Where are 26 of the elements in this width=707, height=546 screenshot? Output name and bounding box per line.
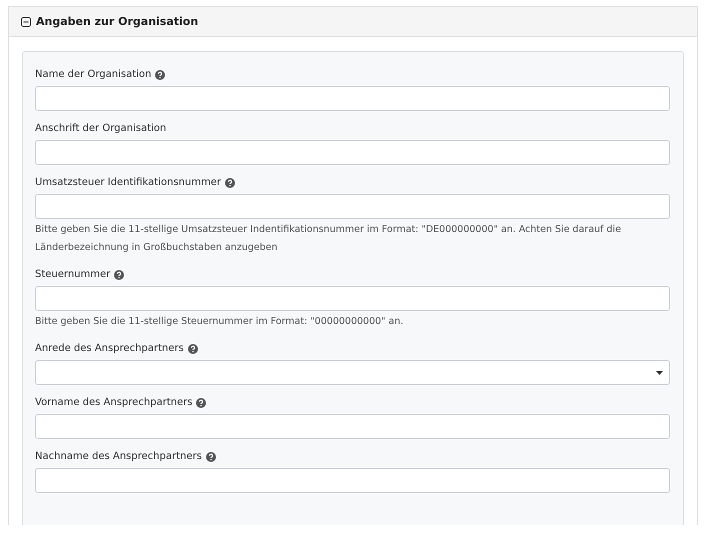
field-label: Anschrift der Organisation <box>35 123 166 134</box>
input-field[interactable] <box>35 286 670 311</box>
help-icon[interactable] <box>114 270 124 280</box>
help-icon[interactable] <box>155 70 166 80</box>
help-text: Bitte geben Sie die 11-stellige Umsatzsteuer Indentifikationsnummer im Format: "DE000000000" an. Achten Sie darauf die Länderbezeichnung in Großbuchstaben anzugeben <box>35 223 622 255</box>
field-label: Name der Organisation <box>35 69 152 80</box>
field-label: Anrede des Ansprechpartners <box>35 343 184 354</box>
help-icon[interactable] <box>206 452 216 462</box>
input-field[interactable] <box>35 468 670 493</box>
field-label: Umsatzsteuer Identifikationsnummer <box>35 177 221 188</box>
input-field[interactable] <box>35 414 670 439</box>
field-label: Vorname des Ansprechpartners <box>35 397 192 408</box>
input-field[interactable] <box>35 194 670 219</box>
input-field[interactable] <box>35 86 670 111</box>
section-header[interactable]: Angaben zur Organisation <box>9 7 697 37</box>
help-icon[interactable] <box>196 398 206 408</box>
help-icon[interactable] <box>188 344 198 354</box>
input-field[interactable] <box>35 140 670 165</box>
help-text: Bitte geben Sie die 11-stellige Steuernummer im Format: "00000000000" an. <box>35 315 404 329</box>
field-label: Steuernummer <box>35 269 110 280</box>
caret-icon <box>656 370 663 374</box>
collapse-icon[interactable] <box>21 16 31 26</box>
help-icon[interactable] <box>224 178 235 188</box>
select-field[interactable] <box>35 360 670 385</box>
section-title: Angaben zur Organisation <box>36 15 198 28</box>
field-label: Nachname des Ansprechpartners <box>35 451 202 462</box>
